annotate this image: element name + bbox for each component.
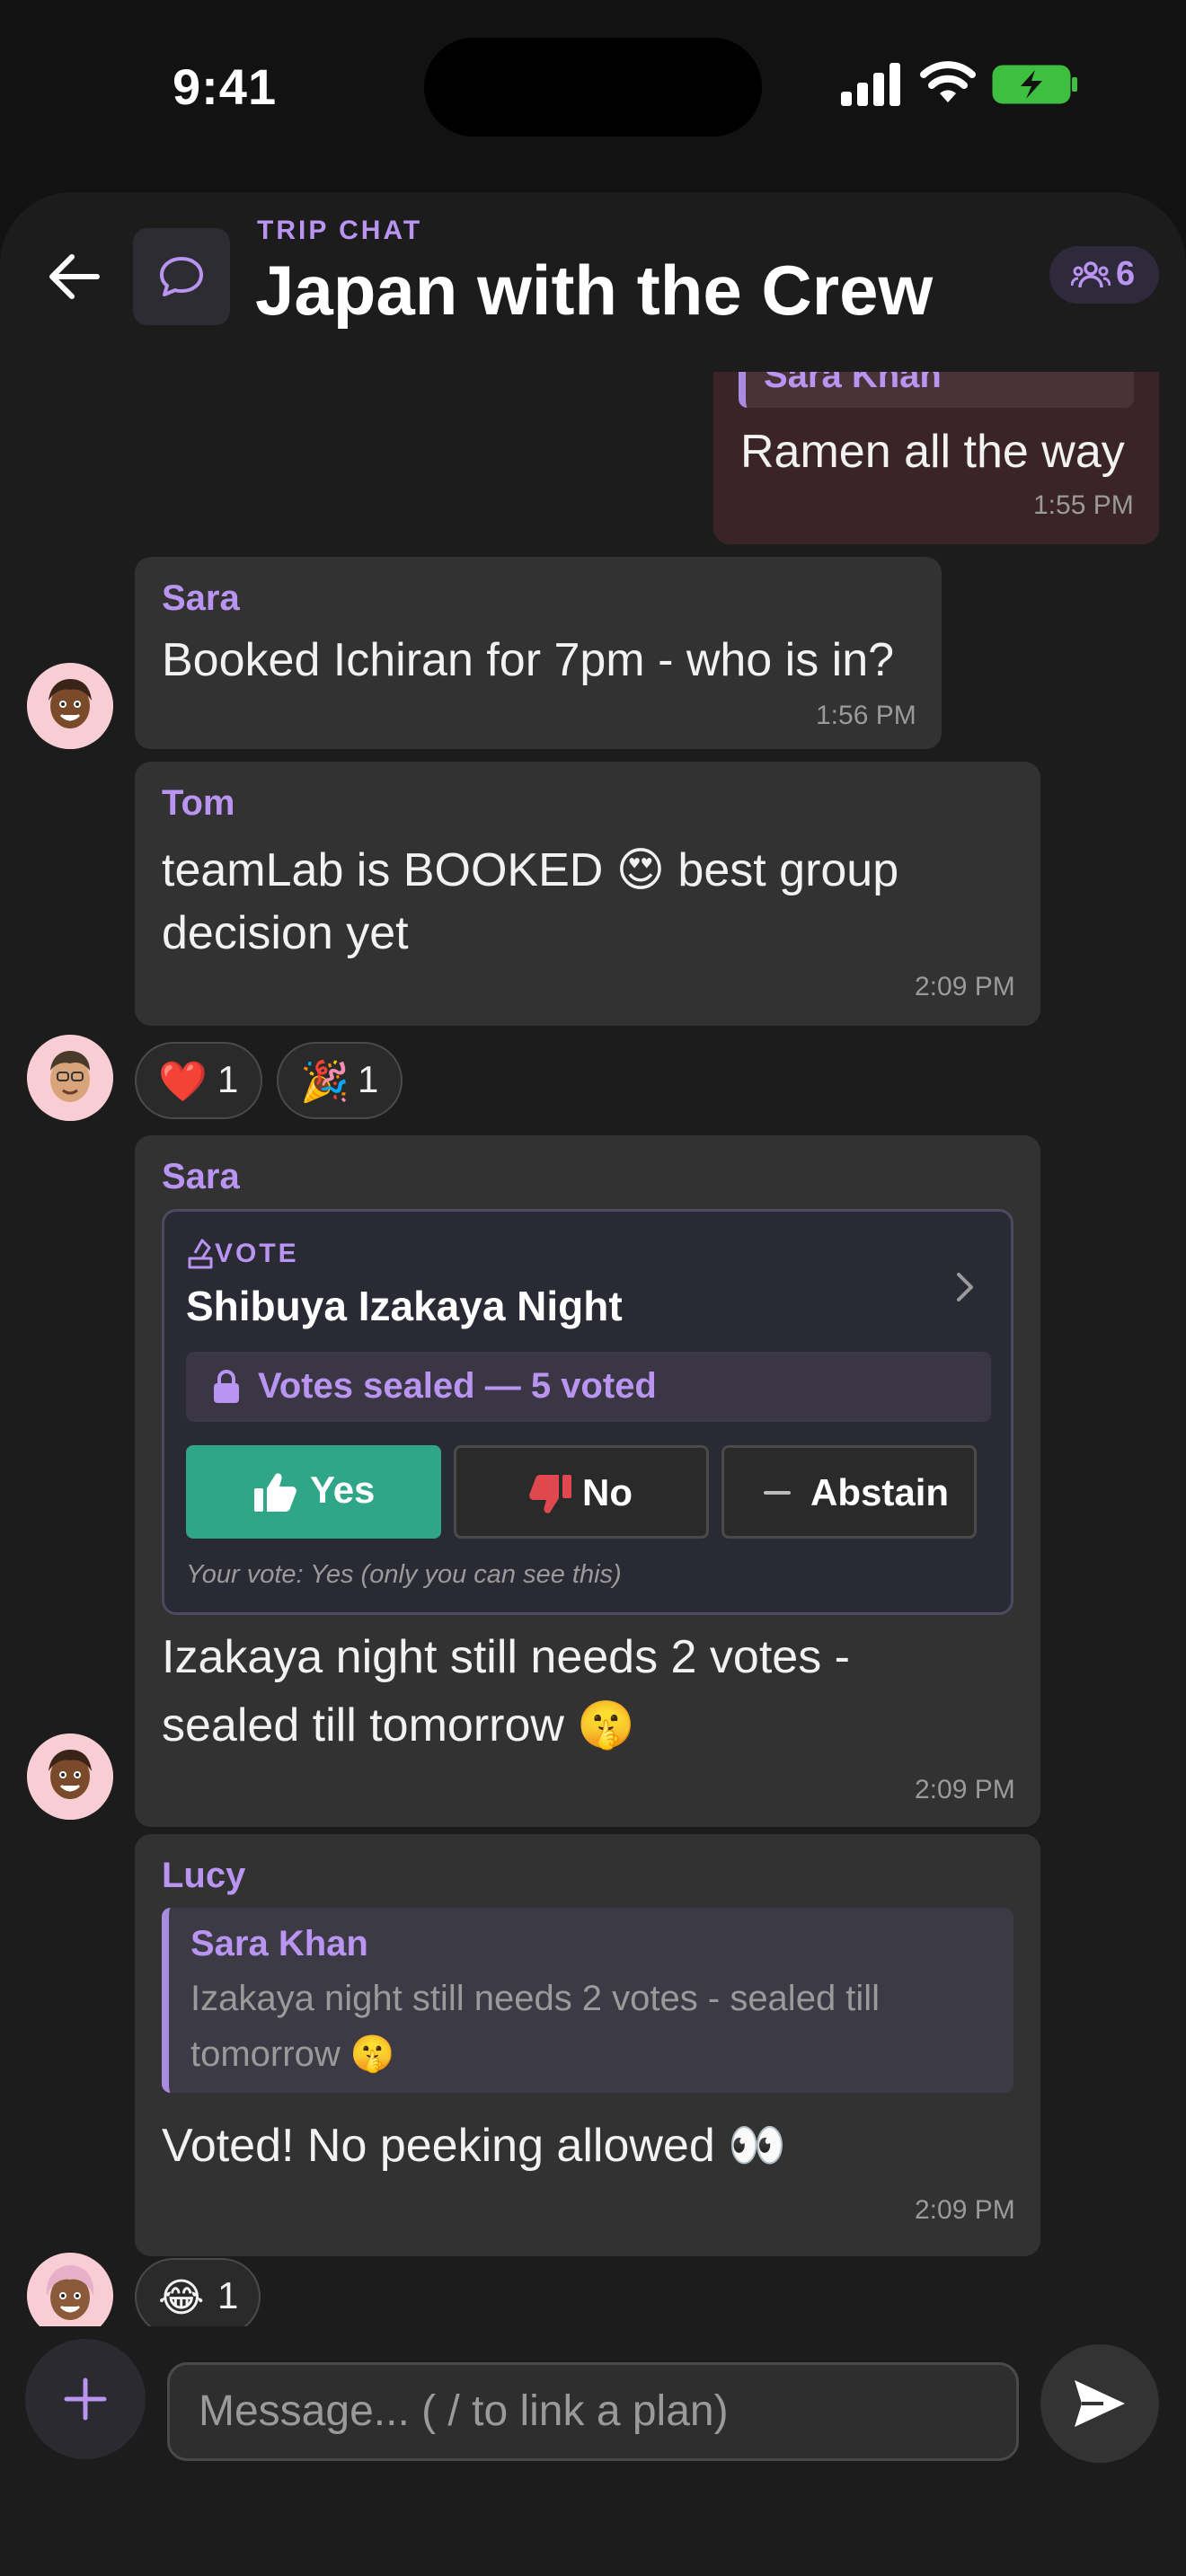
status-bar: 9:41 bbox=[0, 0, 1186, 167]
cellular-signal-icon bbox=[841, 63, 900, 106]
send-icon bbox=[1075, 2380, 1125, 2427]
message-input-placeholder: Message... ( / to link a plan) bbox=[199, 2387, 729, 2435]
ballot-icon bbox=[188, 1239, 213, 1269]
reaction-emoji: 😂 bbox=[158, 2276, 205, 2320]
header-label: TRIP CHAT bbox=[257, 216, 423, 245]
your-vote-note: Your vote: Yes (only you can see this) bbox=[186, 1560, 622, 1589]
thumbs-down-icon bbox=[529, 1475, 571, 1513]
vote-tag: VOTE bbox=[215, 1239, 299, 1268]
chat-type-icon-box bbox=[133, 228, 230, 325]
thumbs-up-icon bbox=[254, 1473, 296, 1512]
status-time: 9:41 bbox=[173, 58, 278, 115]
reaction-count: 1 bbox=[358, 1058, 379, 1100]
page-title: Japan with the Crew bbox=[255, 251, 934, 330]
message-text: Ramen all the way bbox=[740, 426, 1125, 478]
chat-bubble-icon bbox=[160, 257, 203, 296]
avatar[interactable] bbox=[27, 663, 113, 749]
attach-button[interactable] bbox=[25, 2339, 146, 2459]
message-text: Booked Ichiran for 7pm - who is in? bbox=[162, 634, 895, 686]
members-badge[interactable]: 6 bbox=[1049, 246, 1159, 304]
vote-no-button[interactable]: No bbox=[454, 1445, 709, 1539]
avatar-lucy-icon bbox=[27, 2253, 113, 2326]
votes-sealed-text: Votes sealed — 5 voted bbox=[258, 1366, 657, 1406]
message-bubble[interactable]: Lucy Sara Khan Izakaya night still needs… bbox=[135, 1834, 1040, 2256]
member-count: 6 bbox=[1116, 255, 1136, 293]
reaction-emoji: 🎉 bbox=[300, 1060, 350, 1104]
vote-yes-button[interactable]: Yes bbox=[186, 1445, 441, 1539]
message-sender: Tom bbox=[162, 783, 235, 823]
reaction-emoji: ❤️ bbox=[158, 1060, 208, 1104]
message-bubble[interactable]: Sara Booked Ichiran for 7pm - who is in?… bbox=[135, 557, 942, 749]
message-time: 2:09 PM bbox=[915, 972, 1015, 1001]
quoted-reply[interactable]: Sara Khan bbox=[739, 372, 1134, 408]
battery-charging-icon bbox=[992, 65, 1077, 104]
vote-abstain-label: Abstain bbox=[810, 1471, 950, 1513]
votes-sealed-banner: Votes sealed — 5 voted bbox=[186, 1352, 991, 1422]
back-arrow-icon[interactable] bbox=[45, 248, 102, 305]
send-button[interactable] bbox=[1040, 2344, 1159, 2463]
vote-abstain-button[interactable]: Abstain bbox=[721, 1445, 977, 1539]
lock-icon bbox=[214, 1370, 239, 1403]
plus-icon bbox=[64, 2378, 107, 2421]
vote-title: Shibuya Izakaya Night bbox=[186, 1283, 623, 1329]
message-time: 2:09 PM bbox=[915, 2195, 1015, 2225]
message-time: 1:55 PM bbox=[1033, 490, 1134, 520]
message-bubble[interactable]: Tom teamLab is BOOKED 😍 best group decis… bbox=[135, 762, 1040, 1026]
vote-yes-label: Yes bbox=[310, 1469, 376, 1511]
members-icon bbox=[1071, 261, 1111, 288]
message-text: Izakaya night still needs 2 votes - bbox=[162, 1631, 850, 1683]
quoted-text: Izakaya night still needs 2 votes - seal… bbox=[190, 1979, 881, 2018]
message-text: sealed till tomorrow 🤫 bbox=[162, 1699, 636, 1751]
message-sender: Lucy bbox=[162, 1856, 246, 1895]
chevron-right-icon[interactable] bbox=[951, 1269, 978, 1305]
reaction-count: 1 bbox=[217, 1058, 239, 1100]
avatar-tom-icon bbox=[27, 1035, 113, 1121]
message-bubble-outgoing[interactable]: Sara Khan Ramen all the way 1:55 PM bbox=[713, 372, 1159, 544]
message-text: teamLab is BOOKED 😍 best group bbox=[162, 844, 899, 896]
avatar-sara-icon bbox=[27, 663, 113, 749]
quoted-text: tomorrow 🤫 bbox=[190, 2034, 395, 2074]
vote-no-label: No bbox=[582, 1471, 633, 1513]
reaction-chip[interactable]: 🎉 1 bbox=[277, 1042, 403, 1119]
message-input[interactable]: Message... ( / to link a plan) bbox=[167, 2362, 1019, 2461]
wifi-icon bbox=[920, 61, 976, 102]
dynamic-island bbox=[424, 38, 762, 137]
minus-icon bbox=[764, 1491, 791, 1495]
message-time: 2:09 PM bbox=[915, 1775, 1015, 1804]
avatar-sara-icon bbox=[27, 1734, 113, 1820]
message-text: Voted! No peeking allowed 👀 bbox=[162, 2120, 786, 2172]
quoted-reply[interactable]: Sara Khan Izakaya night still needs 2 vo… bbox=[162, 1908, 1013, 2093]
message-text: decision yet bbox=[162, 907, 409, 959]
reaction-chip[interactable]: ❤️ 1 bbox=[135, 1042, 262, 1119]
avatar[interactable] bbox=[27, 1734, 113, 1820]
avatar[interactable] bbox=[27, 1035, 113, 1121]
vote-card[interactable]: VOTE Shibuya Izakaya Night Votes sealed … bbox=[162, 1209, 1013, 1615]
quoted-sender: Sara Khan bbox=[190, 1924, 368, 1963]
message-sender: Sara bbox=[162, 578, 240, 618]
quoted-sender: Sara Khan bbox=[764, 372, 942, 395]
reaction-count: 1 bbox=[217, 2274, 239, 2316]
avatar[interactable] bbox=[27, 2253, 113, 2326]
reaction-chip[interactable]: 😂 1 bbox=[135, 2258, 261, 2326]
message-time: 1:56 PM bbox=[816, 701, 916, 730]
message-sender: Sara bbox=[162, 1157, 240, 1196]
